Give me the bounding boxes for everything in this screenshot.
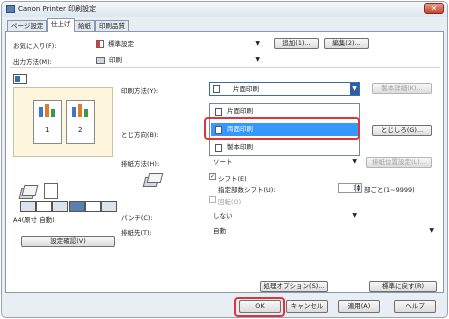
chevron-down-icon: ▼ bbox=[255, 56, 260, 63]
apply-button[interactable]: 適用(A) bbox=[338, 300, 380, 313]
cancel-button[interactable]: キャンセル bbox=[286, 300, 328, 313]
output-destination-select[interactable]: 自動 ▼ bbox=[209, 226, 437, 236]
tab-page-setup[interactable]: ページ設定 bbox=[7, 20, 48, 31]
chevron-down-icon: ▼ bbox=[429, 227, 434, 234]
paper-output-label: 排紙方法(H): bbox=[121, 160, 160, 168]
punch-select[interactable]: しない ▼ bbox=[209, 211, 360, 221]
output-destination-value: 自動 bbox=[213, 227, 226, 235]
finishing-options-button[interactable]: 処理オプション(S)... bbox=[260, 281, 328, 292]
double-sided-highlight bbox=[204, 117, 360, 140]
view-mode-icons bbox=[20, 201, 117, 212]
booklet-icon bbox=[215, 144, 222, 152]
chevron-down-icon: ▼ bbox=[255, 40, 260, 47]
output-position-button[interactable]: 排紙位置設定(L)... bbox=[366, 157, 432, 168]
output-method-select[interactable]: 印刷 ▼ bbox=[93, 55, 263, 65]
preview-page-2: 2 bbox=[66, 100, 95, 144]
shift-count-suffix: 部ごと(1~9999) bbox=[364, 186, 415, 194]
shift-count-label: 指定部数シフト(U): bbox=[218, 186, 276, 194]
layout-4-icon[interactable] bbox=[69, 201, 85, 212]
favorites-edit-button[interactable]: 編集(2)... bbox=[324, 38, 369, 49]
title-bar: Canon Printer 印刷設定 ✕ bbox=[2, 2, 447, 17]
layout-2-icon[interactable] bbox=[36, 201, 52, 212]
layout-1-icon[interactable] bbox=[20, 201, 36, 212]
printer-icon bbox=[96, 57, 105, 64]
dialog-window: Canon Printer 印刷設定 ✕ ページ設定 仕上げ 給紙 印刷品質 お… bbox=[1, 1, 448, 318]
binding-margin-button[interactable]: とじしろ(G)... bbox=[372, 125, 432, 136]
binding-label: とじ方向(B): bbox=[121, 131, 159, 139]
option-booklet[interactable]: 製本印刷 bbox=[211, 141, 358, 154]
confirm-settings-button[interactable]: 設定確認(V) bbox=[21, 236, 115, 247]
close-button[interactable]: ✕ bbox=[424, 3, 444, 14]
window-title: Canon Printer 印刷設定 bbox=[18, 5, 97, 13]
shift-label: シフト(E) bbox=[218, 175, 247, 183]
single-sided-icon bbox=[213, 85, 220, 93]
layout-preview: 1 2 bbox=[13, 87, 113, 157]
chevron-down-icon[interactable]: ▼ bbox=[350, 83, 359, 95]
print-method-label: 印刷方法(Y): bbox=[121, 87, 159, 95]
punch-label: パンチ(C): bbox=[121, 214, 153, 222]
punch-value: しない bbox=[213, 212, 233, 220]
preview-page-1: 1 bbox=[33, 100, 62, 144]
layout-6-icon[interactable] bbox=[101, 201, 117, 212]
tab-quality[interactable]: 印刷品質 bbox=[95, 20, 129, 31]
shift-checkbox[interactable]: ✓ bbox=[209, 173, 216, 180]
chevron-down-icon: ▼ bbox=[352, 212, 357, 219]
tab-paper-source[interactable]: 給紙 bbox=[74, 20, 95, 31]
output-destination-label: 排紙先(T): bbox=[121, 229, 152, 237]
paper-output-value: ソート bbox=[213, 158, 233, 166]
preview-page-number: 2 bbox=[78, 126, 83, 134]
favorites-add-button[interactable]: 追加(1)... bbox=[274, 38, 319, 49]
favorites-label: お気に入り(F): bbox=[13, 42, 57, 50]
output-tray-icon bbox=[44, 183, 58, 199]
paper-stack-icon bbox=[18, 184, 39, 199]
shift-count-stepper[interactable]: ▲ ▼ bbox=[355, 183, 362, 193]
chevron-down-icon: ▼ bbox=[352, 158, 357, 165]
rotate-checkbox[interactable] bbox=[209, 196, 216, 203]
ok-highlight bbox=[234, 297, 285, 317]
help-button[interactable]: ヘルプ bbox=[394, 300, 436, 313]
favorites-icon bbox=[96, 40, 104, 48]
printer-app-icon bbox=[6, 5, 15, 13]
preview-page-number: 1 bbox=[45, 126, 50, 134]
print-method-select[interactable]: 片面印刷 ▼ bbox=[209, 82, 360, 96]
preview-status: A4(原寸 自動) bbox=[13, 216, 55, 224]
tab-finishing[interactable]: 仕上げ bbox=[47, 18, 75, 32]
single-sided-icon bbox=[215, 108, 222, 116]
layout-5-icon[interactable] bbox=[85, 201, 101, 212]
favorites-select[interactable]: 標準設定 ▼ bbox=[93, 39, 263, 49]
paper-output-select[interactable]: ソート ▼ bbox=[209, 157, 360, 167]
booklet-details-button[interactable]: 製本詳細(K)... bbox=[372, 83, 432, 94]
preview-toggle-icon[interactable] bbox=[13, 74, 27, 84]
rotate-label: 回転(O) bbox=[218, 198, 242, 206]
separator bbox=[10, 67, 440, 68]
restore-defaults-button[interactable]: 標準に戻す(R) bbox=[369, 281, 437, 292]
layout-3-icon[interactable] bbox=[52, 201, 68, 212]
shift-stack-icon bbox=[142, 172, 164, 187]
output-method-label: 出力方法(M): bbox=[13, 58, 52, 66]
